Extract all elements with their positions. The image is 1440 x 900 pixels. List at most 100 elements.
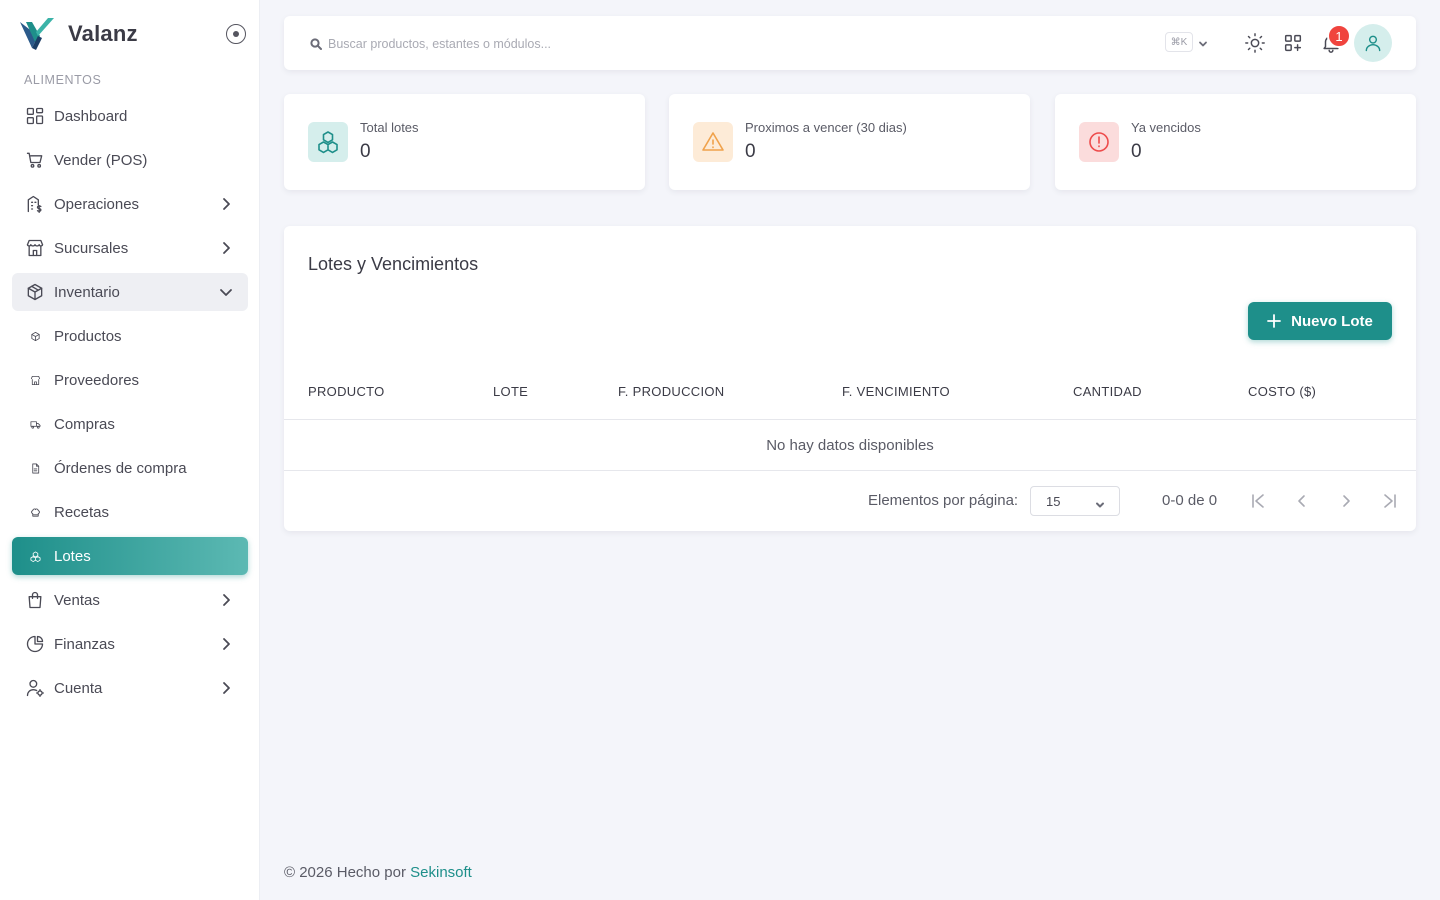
footer-text: © 2026 Hecho por bbox=[284, 864, 406, 881]
items-per-page-select[interactable]: 15 bbox=[1030, 486, 1120, 516]
column-header-cantidad[interactable]: CANTIDAD bbox=[1073, 384, 1142, 399]
stat-label: Total lotes bbox=[360, 120, 419, 135]
sidebar-item-productos[interactable]: Productos bbox=[12, 317, 248, 355]
prev-page-icon[interactable] bbox=[1293, 492, 1311, 510]
footer: © 2026 Hecho por Sekinsoft bbox=[284, 864, 472, 881]
shopping-bag-icon bbox=[24, 589, 46, 611]
chevron-right-icon bbox=[218, 636, 234, 652]
plus-icon bbox=[1267, 314, 1282, 328]
chevron-right-icon bbox=[218, 680, 234, 696]
notification-badge: 1 bbox=[1327, 24, 1351, 48]
sun-icon[interactable] bbox=[1244, 32, 1266, 54]
search-icon bbox=[310, 37, 322, 50]
last-page-icon[interactable] bbox=[1381, 492, 1399, 510]
user-settings-icon bbox=[24, 677, 46, 699]
store-icon bbox=[24, 237, 46, 259]
sidebar-item-recetas[interactable]: Recetas bbox=[12, 493, 248, 531]
sidebar-toggle-button[interactable] bbox=[226, 24, 246, 44]
chevron-down-icon bbox=[1095, 497, 1105, 508]
first-page-icon[interactable] bbox=[1249, 492, 1267, 510]
page-title: Lotes y Vencimientos bbox=[308, 254, 479, 274]
sidebar-item-label: Productos bbox=[54, 327, 122, 345]
pagination-range: 0-0 de 0 bbox=[1162, 492, 1218, 509]
shortcut-badge: ⌘K bbox=[1165, 32, 1193, 52]
table-empty-row: No hay datos disponibles bbox=[284, 420, 1416, 471]
sidebar-item-label: Órdenes de compra bbox=[54, 459, 187, 477]
chevron-down-icon[interactable] bbox=[1197, 37, 1209, 49]
stat-value: 0 bbox=[745, 141, 756, 162]
sidebar-item-ventas[interactable]: Ventas bbox=[12, 581, 248, 619]
sidebar-item-label: Dashboard bbox=[54, 107, 128, 125]
store-icon bbox=[24, 369, 46, 391]
sidebar: Valanz ALIMENTOS Dashboard Vender (POS) … bbox=[0, 0, 260, 900]
next-page-icon[interactable] bbox=[1337, 492, 1355, 510]
valanz-logo-icon bbox=[20, 18, 54, 50]
apps-grid-icon[interactable] bbox=[1282, 32, 1304, 54]
lotes-card: Lotes y Vencimientos Nuevo Lote PRODUCTO… bbox=[284, 226, 1416, 531]
user-icon bbox=[1365, 35, 1381, 52]
sidebar-item-compras[interactable]: Compras bbox=[12, 405, 248, 443]
topbar: ⌘K 1 bbox=[284, 16, 1416, 70]
cubes-icon bbox=[308, 122, 348, 162]
stat-label: Ya vencidos bbox=[1131, 120, 1201, 135]
sidebar-item-label: Inventario bbox=[54, 283, 120, 301]
sidebar-item-proveedores[interactable]: Proveedores bbox=[12, 361, 248, 399]
radio-dot-icon bbox=[233, 31, 239, 37]
sidebar-item-pos[interactable]: Vender (POS) bbox=[12, 141, 248, 179]
chevron-right-icon bbox=[218, 196, 234, 212]
sidebar-item-sucursales[interactable]: Sucursales bbox=[12, 229, 248, 267]
alert-circle-icon bbox=[1079, 122, 1119, 162]
chevron-right-icon bbox=[218, 592, 234, 608]
stat-value: 0 bbox=[360, 141, 371, 162]
column-header-produccion[interactable]: F. PRODUCCION bbox=[618, 384, 724, 399]
sidebar-item-cuenta[interactable]: Cuenta bbox=[12, 669, 248, 707]
sidebar-section-label: ALIMENTOS bbox=[24, 73, 102, 87]
column-header-vencimiento[interactable]: F. VENCIMIENTO bbox=[842, 384, 950, 399]
cart-icon bbox=[24, 149, 46, 171]
chevron-down-icon bbox=[218, 284, 234, 300]
cubes-icon bbox=[24, 545, 46, 567]
sidebar-item-label: Finanzas bbox=[54, 635, 115, 653]
sidebar-item-label: Vender (POS) bbox=[54, 151, 148, 169]
new-lote-button[interactable]: Nuevo Lote bbox=[1248, 302, 1392, 340]
package-icon bbox=[24, 281, 46, 303]
sidebar-item-label: Sucursales bbox=[54, 239, 129, 257]
stat-card-proximos: Proximos a vencer (30 dias) 0 bbox=[669, 94, 1030, 190]
building-dollar-icon bbox=[24, 193, 46, 215]
column-header-lote[interactable]: LOTE bbox=[493, 384, 528, 399]
warning-icon bbox=[693, 122, 733, 162]
sidebar-item-dashboard[interactable]: Dashboard bbox=[12, 97, 248, 135]
avatar[interactable] bbox=[1354, 24, 1392, 62]
sidebar-nav: Dashboard Vender (POS) Operaciones Sucur… bbox=[12, 97, 248, 713]
sidebar-item-operaciones[interactable]: Operaciones bbox=[12, 185, 248, 223]
search-input[interactable] bbox=[328, 33, 928, 55]
brand[interactable]: Valanz bbox=[18, 16, 138, 52]
pie-chart-icon bbox=[24, 633, 46, 655]
items-per-page-value: 15 bbox=[1046, 494, 1061, 509]
column-header-costo[interactable]: COSTO ($) bbox=[1248, 384, 1316, 399]
sidebar-item-label: Lotes bbox=[54, 547, 91, 565]
sidebar-item-finanzas[interactable]: Finanzas bbox=[12, 625, 248, 663]
new-lote-label: Nuevo Lote bbox=[1291, 312, 1373, 330]
sidebar-item-ordenes[interactable]: Órdenes de compra bbox=[12, 449, 248, 487]
grid-icon bbox=[24, 105, 46, 127]
sidebar-item-label: Compras bbox=[54, 415, 115, 433]
truck-icon bbox=[24, 413, 46, 435]
package-icon bbox=[24, 325, 46, 347]
footer-link[interactable]: Sekinsoft bbox=[410, 864, 472, 881]
sidebar-item-label: Proveedores bbox=[54, 371, 140, 389]
sidebar-item-label: Operaciones bbox=[54, 195, 140, 213]
sidebar-item-label: Recetas bbox=[54, 503, 110, 521]
document-icon bbox=[24, 457, 46, 479]
brand-name: Valanz bbox=[68, 21, 138, 46]
sidebar-item-label: Cuenta bbox=[54, 679, 103, 697]
sidebar-item-label: Ventas bbox=[54, 591, 100, 609]
sidebar-item-inventario[interactable]: Inventario bbox=[12, 273, 248, 311]
chevron-right-icon bbox=[218, 240, 234, 256]
table-header: PRODUCTO LOTE F. PRODUCCION F. VENCIMIEN… bbox=[284, 371, 1416, 420]
chef-hat-icon bbox=[24, 501, 46, 523]
items-per-page-label: Elementos por página: bbox=[868, 492, 1019, 509]
stat-card-total-lotes: Total lotes 0 bbox=[284, 94, 645, 190]
column-header-producto[interactable]: PRODUCTO bbox=[308, 384, 385, 399]
sidebar-item-lotes[interactable]: Lotes bbox=[12, 537, 248, 575]
